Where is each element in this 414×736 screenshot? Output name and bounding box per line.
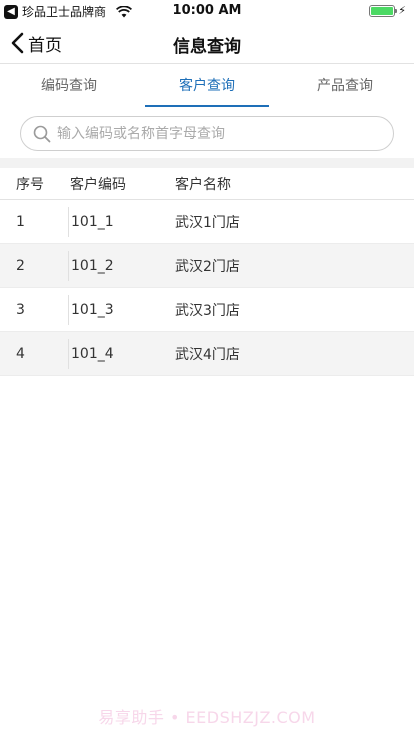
customer-table: 序号 客户编码 客户名称 1 101_1 武汉1门店 2 101_2 武汉2门店…	[0, 168, 414, 376]
row-customer-code: 101_4	[68, 338, 160, 369]
watermark: 易享助手 • EEDSHZJZ.COM	[98, 708, 316, 727]
chevron-left-icon	[11, 32, 24, 54]
row-customer-code: 101_3	[68, 294, 160, 325]
page-title: 信息查询	[173, 37, 241, 57]
column-header-name: 客户名称	[175, 176, 231, 193]
row-customer-name: 武汉4门店	[175, 346, 240, 363]
search-box[interactable]	[20, 116, 394, 151]
row-customer-name: 武汉2门店	[175, 258, 240, 275]
table-row[interactable]: 2 101_2 武汉2门店	[0, 244, 414, 288]
back-label: 首页	[28, 35, 62, 56]
row-customer-name: 武汉1门店	[175, 214, 240, 231]
table-row[interactable]: 4 101_4 武汉4门店	[0, 332, 414, 376]
charging-bolt-icon: ⚡	[398, 4, 406, 17]
tab-product-query[interactable]: 产品查询	[276, 65, 414, 109]
status-bar: ◀ 珍品卫士品牌商 10:00 AM ⚡	[0, 0, 414, 22]
row-index: 4	[16, 345, 25, 362]
search-icon	[33, 125, 51, 142]
table-row[interactable]: 1 101_1 武汉1门店	[0, 200, 414, 244]
battery-icon	[369, 4, 398, 17]
row-customer-code: 101_1	[68, 206, 160, 237]
battery-indicator: ⚡	[369, 4, 406, 17]
active-tab-indicator	[145, 105, 269, 107]
column-header-code: 客户编码	[70, 176, 126, 193]
section-divider	[0, 158, 414, 168]
row-customer-code: 101_2	[68, 250, 160, 281]
row-customer-name: 武汉3门店	[175, 302, 240, 319]
status-time: 10:00 AM	[172, 3, 242, 18]
table-row[interactable]: 3 101_3 武汉3门店	[0, 288, 414, 332]
row-index: 3	[16, 301, 25, 318]
column-header-index: 序号	[16, 176, 44, 193]
row-index: 2	[16, 257, 25, 274]
tab-bar: 编码查询 客户查询 产品查询	[0, 65, 414, 109]
nav-bar: 首页 信息查询	[0, 22, 414, 64]
table-header: 序号 客户编码 客户名称	[0, 168, 414, 200]
search-input[interactable]	[57, 125, 377, 142]
back-button[interactable]: 首页	[10, 30, 62, 56]
battery-fill	[371, 6, 394, 15]
row-index: 1	[16, 213, 25, 230]
tab-customer-query[interactable]: 客户查询	[138, 65, 276, 109]
tab-code-query[interactable]: 编码查询	[0, 65, 138, 109]
